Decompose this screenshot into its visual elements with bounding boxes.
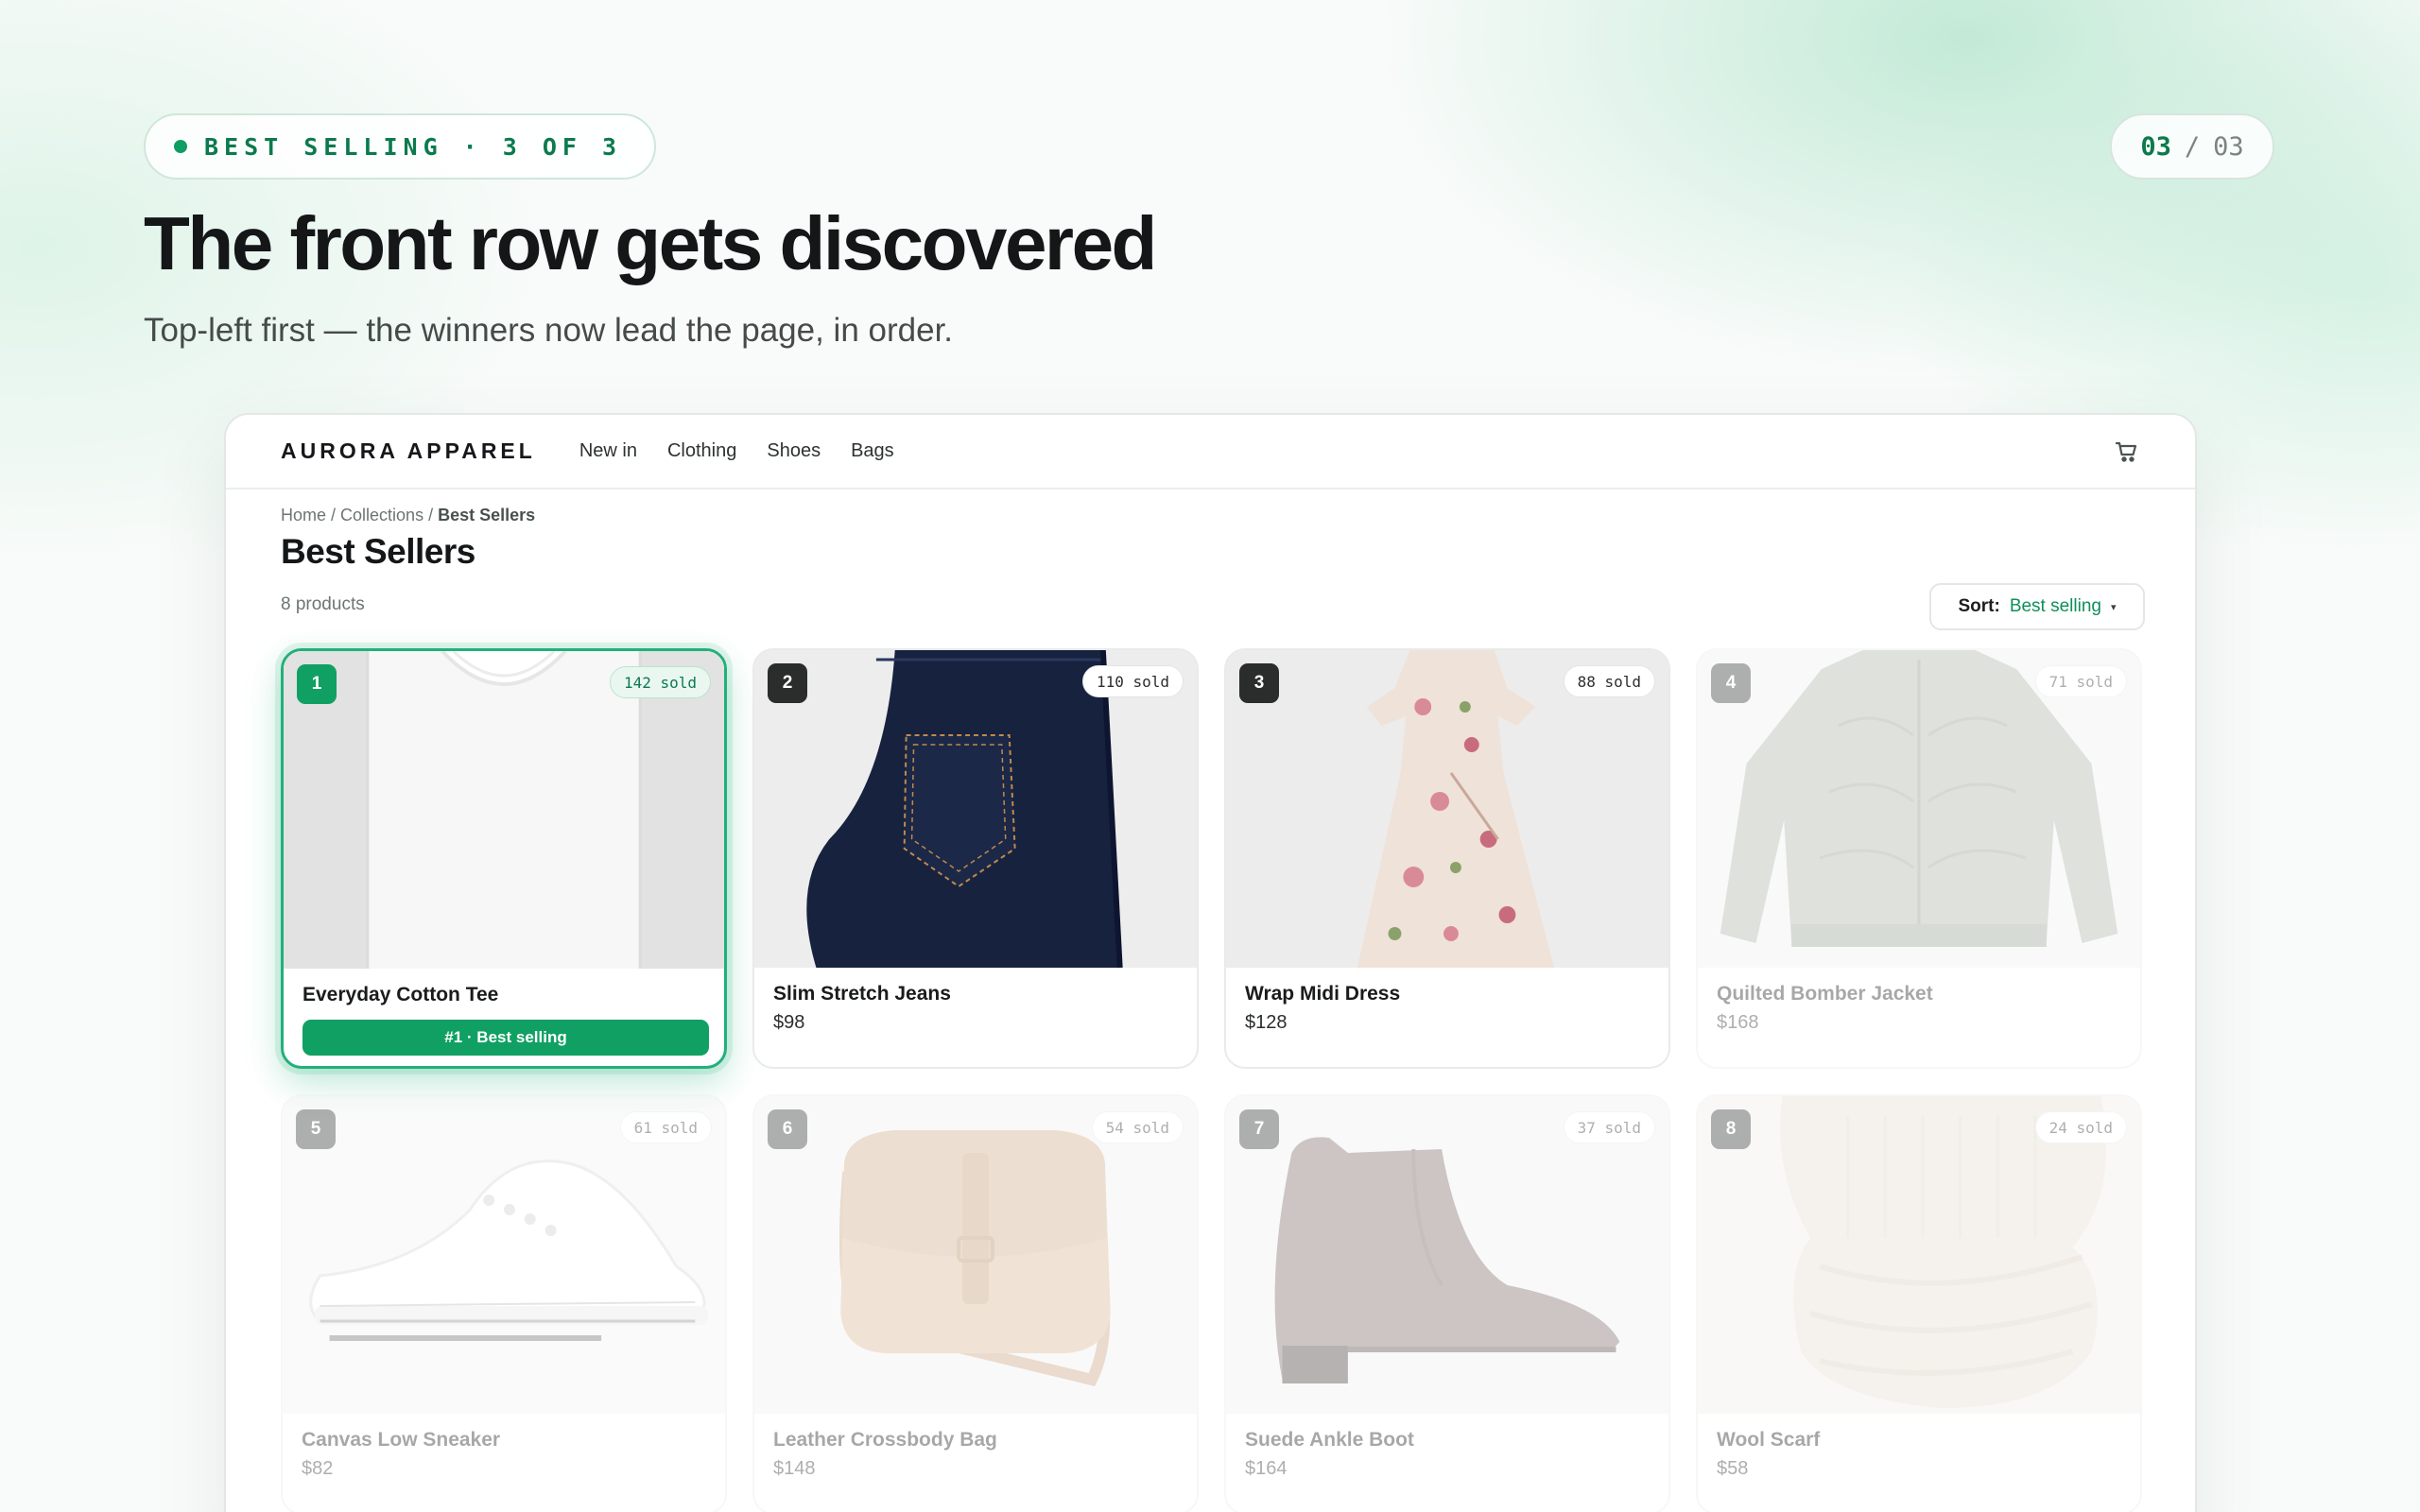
product-card[interactable]: 1 142 sold Everyday Cotton Tee #1 · Best… bbox=[281, 648, 727, 1069]
product-name[interactable]: Canvas Low Sneaker bbox=[302, 1429, 500, 1452]
sort-label: Sort: bbox=[1958, 596, 2000, 616]
store-nav: AURORA APPAREL New in Clothing Shoes Bag… bbox=[226, 415, 2195, 490]
product-price: $164 bbox=[1245, 1458, 1288, 1479]
product-image-bag bbox=[754, 1096, 1197, 1414]
slide-pager: 03 / 03 bbox=[2110, 113, 2274, 180]
product-name[interactable]: Quilted Bomber Jacket bbox=[1717, 983, 1933, 1005]
rank-badge: 3 bbox=[1239, 663, 1279, 703]
nav-link-new-in[interactable]: New in bbox=[579, 440, 637, 462]
product-price: $82 bbox=[302, 1458, 334, 1479]
page-title: Best Sellers bbox=[281, 532, 475, 571]
rank-badge: 2 bbox=[768, 663, 807, 703]
product-card[interactable]: 7 37 sold Suede Ankle Boot $164 bbox=[1224, 1094, 1670, 1512]
pager-total: 03 bbox=[2213, 131, 2244, 162]
pager-separator: / bbox=[2184, 131, 2201, 162]
slide-subline: Top-left first — the winners now lead th… bbox=[144, 312, 954, 349]
breadcrumb-separator: / bbox=[326, 506, 341, 524]
nav-link-clothing[interactable]: Clothing bbox=[667, 440, 736, 462]
product-image-tee bbox=[284, 651, 724, 969]
product-name[interactable]: Everyday Cotton Tee bbox=[302, 984, 498, 1006]
product-price: $58 bbox=[1717, 1458, 1749, 1479]
breadcrumb-separator: / bbox=[424, 506, 439, 524]
product-card[interactable]: 4 71 sold Quilted Bomber Jacket $168 bbox=[1696, 648, 2142, 1069]
store-window: AURORA APPAREL New in Clothing Shoes Bag… bbox=[224, 413, 2197, 1512]
sold-count: 61 sold bbox=[619, 1111, 712, 1143]
product-card[interactable]: 2 110 sold Slim Stretch Jeans $98 bbox=[752, 648, 1199, 1069]
product-name[interactable]: Suede Ankle Boot bbox=[1245, 1429, 1414, 1452]
product-image-scarf bbox=[1698, 1096, 2140, 1414]
product-card[interactable]: 6 54 sold Leather Crossbody Bag $148 bbox=[752, 1094, 1199, 1512]
sort-value: Best selling bbox=[2009, 596, 2101, 616]
product-card[interactable]: 5 61 sold Canvas Low Sneaker $82 bbox=[281, 1094, 727, 1512]
product-card[interactable]: 8 24 sold Wool Scarf $58 bbox=[1696, 1094, 2142, 1512]
breadcrumb-collections[interactable]: Collections bbox=[340, 506, 424, 524]
store-brand[interactable]: AURORA APPAREL bbox=[281, 438, 536, 464]
rank-badge: 6 bbox=[768, 1109, 807, 1149]
rank-badge: 8 bbox=[1711, 1109, 1751, 1149]
product-price: $148 bbox=[773, 1458, 816, 1479]
rank-badge: 4 bbox=[1711, 663, 1751, 703]
rank-badge: 1 bbox=[297, 664, 337, 704]
slide-headline: The front row gets discovered bbox=[144, 201, 1157, 285]
status-dot-icon bbox=[174, 140, 187, 153]
sold-count: 54 sold bbox=[1091, 1111, 1184, 1143]
product-name[interactable]: Slim Stretch Jeans bbox=[773, 983, 951, 1005]
step-eyebrow: BEST SELLING · 3 OF 3 bbox=[144, 113, 657, 180]
breadcrumb-home[interactable]: Home bbox=[281, 506, 326, 524]
product-image-jacket bbox=[1698, 650, 2140, 968]
pager-current: 03 bbox=[2140, 131, 2171, 162]
breadcrumb-current: Best Sellers bbox=[438, 506, 536, 524]
breadcrumb: Home / Collections / Best Sellers bbox=[281, 506, 535, 525]
sold-count: 37 sold bbox=[1563, 1111, 1655, 1143]
sold-count: 88 sold bbox=[1563, 665, 1655, 697]
rank-badge: 5 bbox=[296, 1109, 336, 1149]
nav-link-shoes[interactable]: Shoes bbox=[767, 440, 821, 462]
product-name[interactable]: Leather Crossbody Bag bbox=[773, 1429, 997, 1452]
sort-dropdown[interactable]: Sort: Best selling ▾ bbox=[1929, 583, 2145, 630]
product-price: $128 bbox=[1245, 1012, 1288, 1033]
product-count: 8 products bbox=[281, 594, 365, 614]
sold-count: 24 sold bbox=[2034, 1111, 2127, 1143]
product-price: $168 bbox=[1717, 1012, 1759, 1033]
product-price: $98 bbox=[773, 1012, 805, 1033]
sold-count: 71 sold bbox=[2034, 665, 2127, 697]
cart-icon[interactable] bbox=[2114, 438, 2140, 465]
product-image-sneaker bbox=[283, 1096, 725, 1414]
product-name[interactable]: Wool Scarf bbox=[1717, 1429, 1820, 1452]
product-image-dress bbox=[1226, 650, 1668, 968]
product-image-boot bbox=[1226, 1096, 1668, 1414]
product-name[interactable]: Wrap Midi Dress bbox=[1245, 983, 1400, 1005]
product-grid: 1 142 sold Everyday Cotton Tee #1 · Best… bbox=[281, 648, 2142, 1512]
rank-badge: 7 bbox=[1239, 1109, 1279, 1149]
best-selling-badge: #1 · Best selling bbox=[302, 1020, 709, 1056]
nav-link-bags[interactable]: Bags bbox=[851, 440, 894, 462]
sold-count: 142 sold bbox=[609, 666, 711, 698]
product-card[interactable]: 3 88 sold Wrap Midi Dress $128 bbox=[1224, 648, 1670, 1069]
product-image-jeans bbox=[754, 650, 1197, 968]
eyebrow-label: BEST SELLING · 3 OF 3 bbox=[204, 132, 623, 161]
chevron-down-icon: ▾ bbox=[2110, 601, 2117, 613]
sold-count: 110 sold bbox=[1081, 665, 1184, 697]
